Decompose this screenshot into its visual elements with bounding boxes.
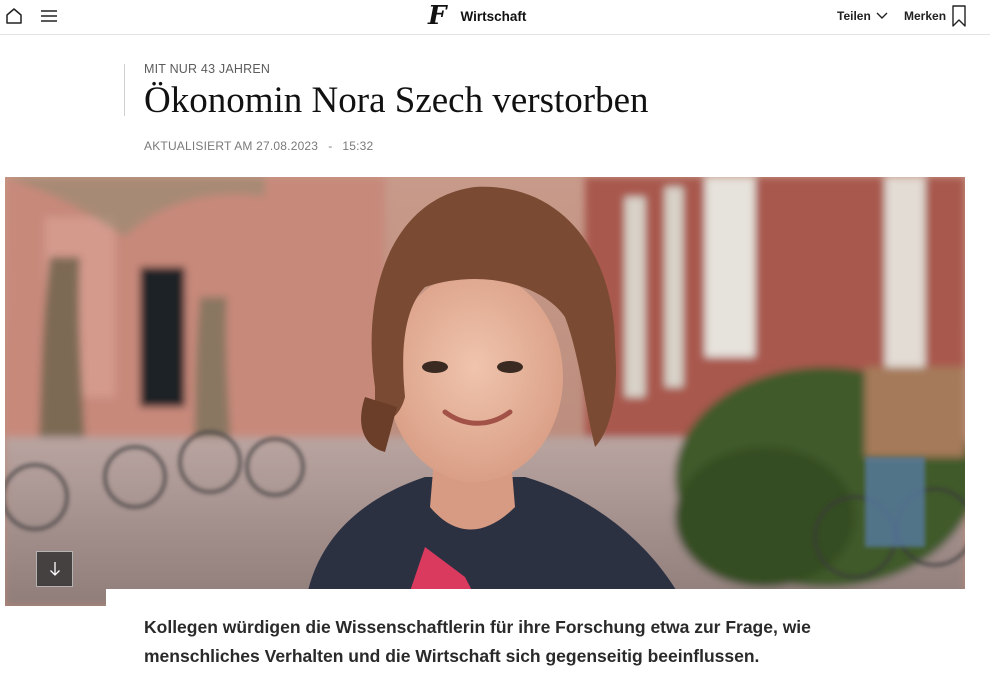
bookmark-icon xyxy=(952,5,966,27)
section-name[interactable]: Wirtschaft xyxy=(460,9,526,24)
hero-image xyxy=(5,177,965,606)
top-navigation: F Wirtschaft Teilen Merken xyxy=(0,0,990,35)
scroll-down-button[interactable] xyxy=(36,551,73,587)
bookmark-label: Merken xyxy=(904,9,947,23)
article-kicker: MIT NUR 43 JAHREN xyxy=(144,62,271,76)
arrow-down-icon xyxy=(49,562,60,576)
menu-icon xyxy=(41,10,57,22)
bookmark-button[interactable]: Merken xyxy=(904,4,966,28)
article-meta: AKTUALISIERT AM 27.08.2023 - 15:32 xyxy=(144,139,373,153)
home-icon xyxy=(6,8,22,24)
chevron-down-icon xyxy=(876,12,888,19)
share-label: Teilen xyxy=(837,9,871,23)
brand[interactable]: F Wirtschaft xyxy=(428,1,526,31)
share-button[interactable]: Teilen xyxy=(837,7,888,25)
brand-logo[interactable]: F xyxy=(428,3,446,29)
updated-date: AKTUALISIERT AM 27.08.2023 xyxy=(144,139,319,153)
portrait-photo xyxy=(5,177,965,606)
updated-time: 15:32 xyxy=(342,139,374,153)
meta-separator: - xyxy=(328,139,333,153)
menu-button[interactable] xyxy=(38,6,60,26)
article-title: Ökonomin Nora Szech verstorben xyxy=(144,80,649,121)
home-button[interactable] xyxy=(3,6,25,26)
article-teaser: Kollegen würdigen die Wissenschaftlerin … xyxy=(144,617,811,666)
